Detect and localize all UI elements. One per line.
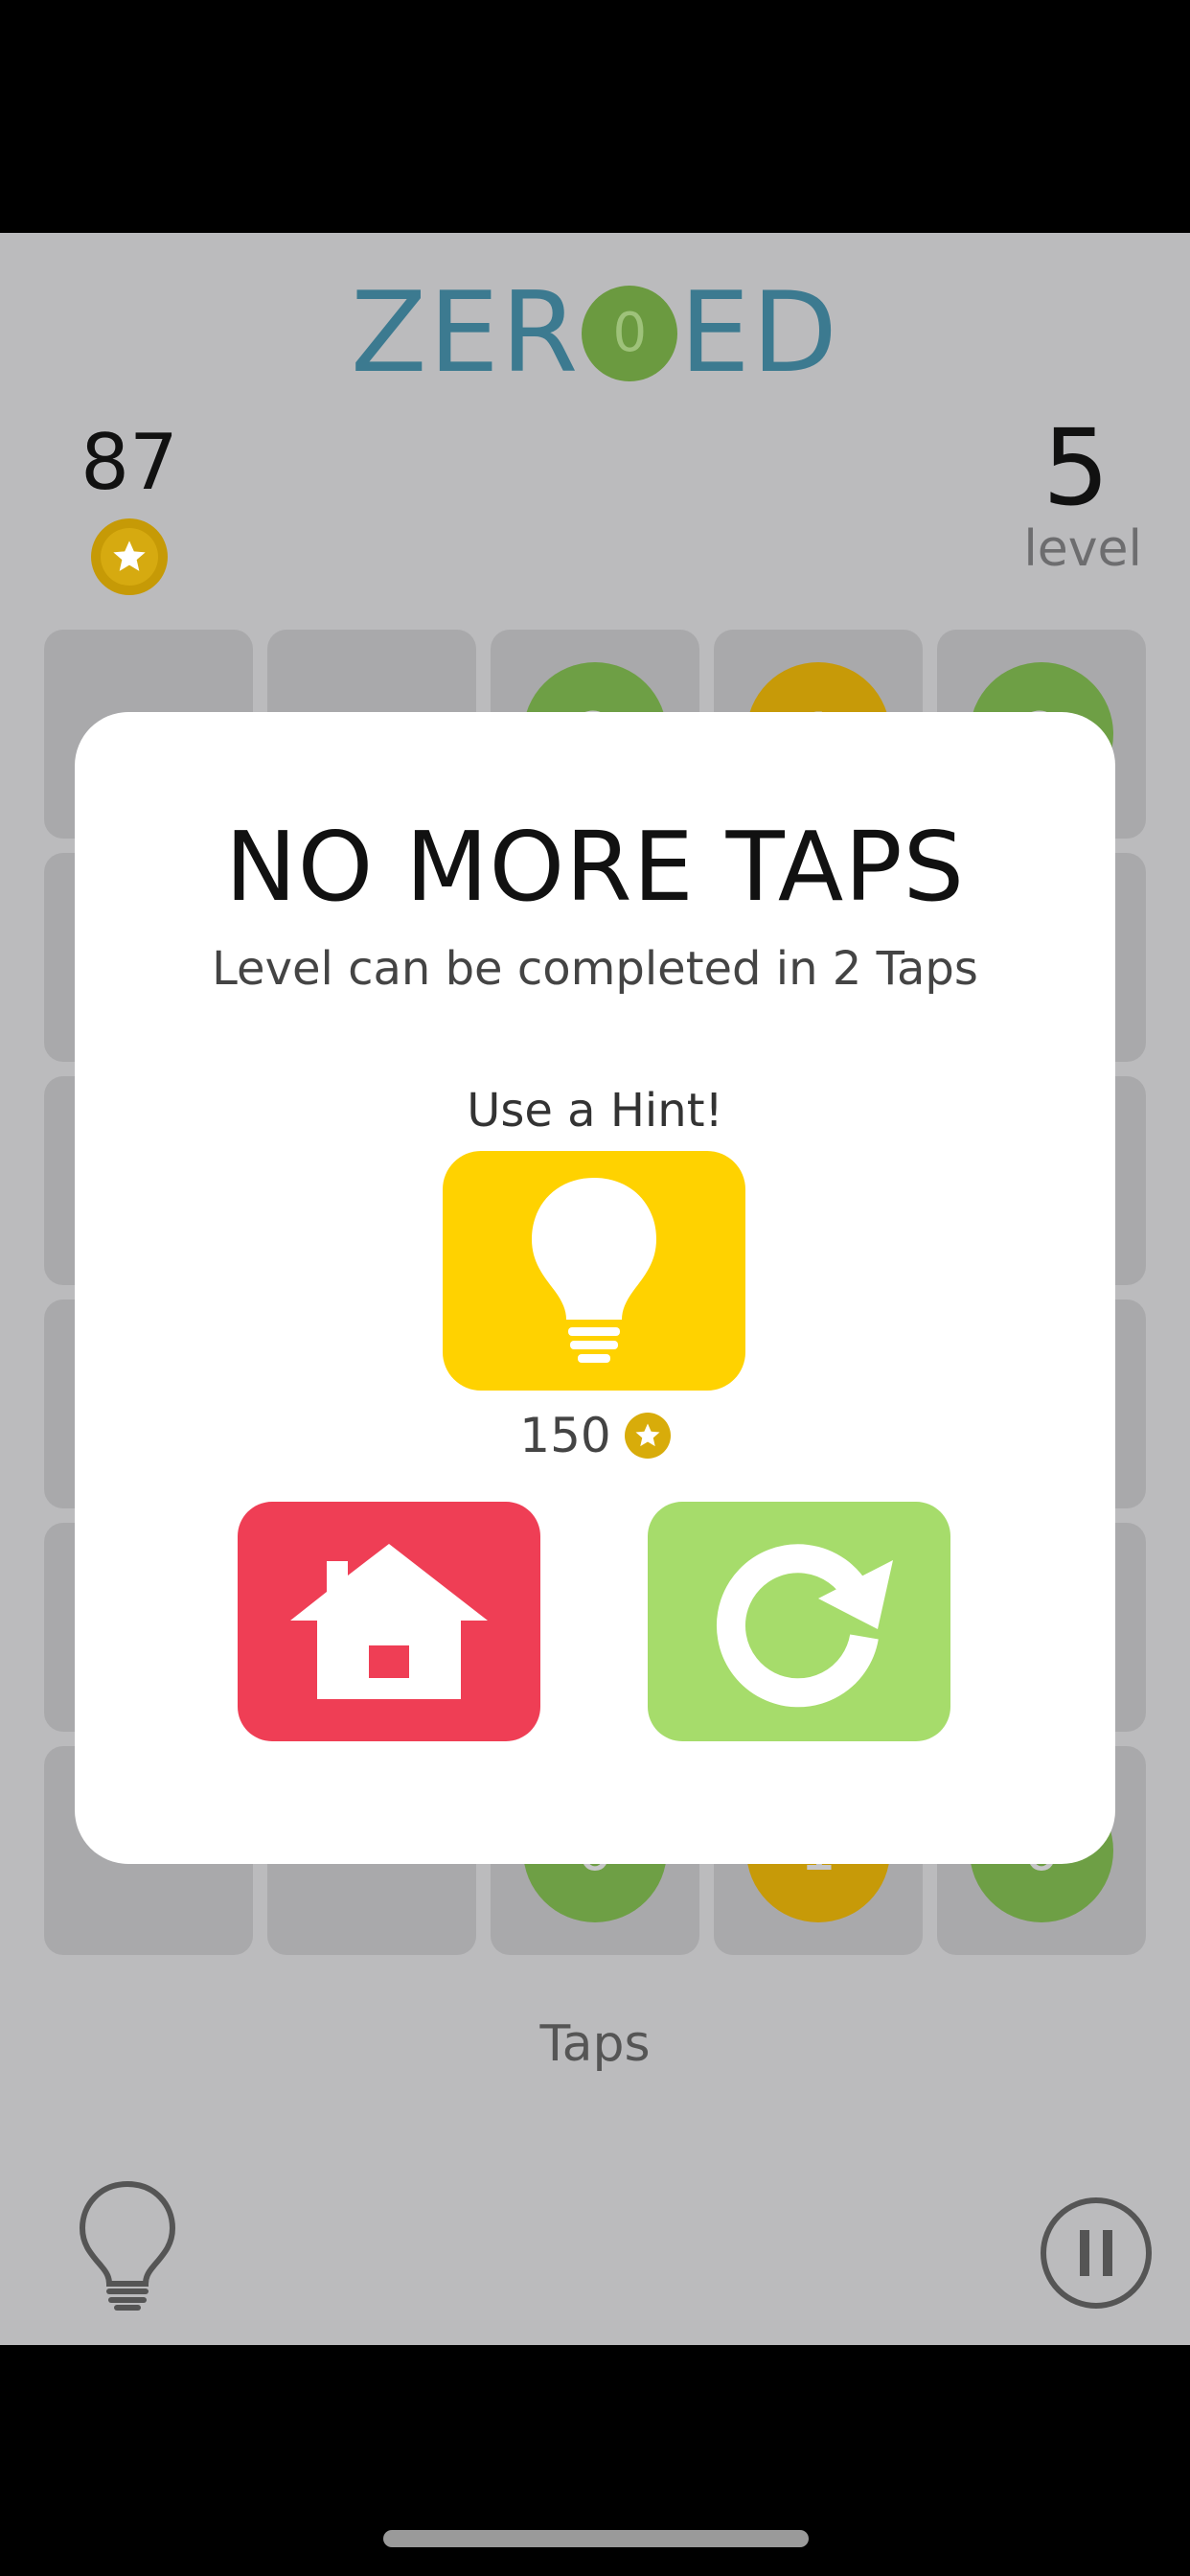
level-label: level bbox=[1023, 520, 1142, 578]
level-indicator: 5 level bbox=[960, 415, 1152, 574]
dialog-title: NO MORE TAPS bbox=[224, 811, 966, 923]
home-button[interactable] bbox=[238, 1502, 540, 1741]
logo-text-right: ED bbox=[679, 268, 839, 399]
restart-icon bbox=[717, 1544, 893, 1708]
logo-zero-circle: 0 bbox=[582, 286, 678, 382]
star-coin-icon bbox=[91, 518, 168, 595]
use-hint-button[interactable] bbox=[443, 1151, 745, 1391]
pause-icon bbox=[1080, 2230, 1089, 2276]
coin-count: 87 bbox=[80, 418, 178, 507]
hint-prompt: Use a Hint! bbox=[467, 1084, 723, 1138]
home-icon bbox=[290, 1544, 488, 1699]
star-coin-icon bbox=[624, 1413, 671, 1459]
hint-cost-value: 150 bbox=[519, 1408, 611, 1463]
hint-cost: 150 bbox=[75, 1408, 1115, 1463]
home-indicator[interactable] bbox=[383, 2530, 809, 2547]
lightbulb-icon[interactable] bbox=[75, 2178, 180, 2312]
logo-text-left: ZER bbox=[351, 268, 581, 399]
pause-button[interactable] bbox=[1041, 2197, 1152, 2309]
no-more-taps-dialog: NO MORE TAPS Level can be completed in 2… bbox=[75, 712, 1115, 1864]
coin-balance: 87 bbox=[57, 425, 201, 595]
restart-button[interactable] bbox=[648, 1502, 950, 1741]
lightbulb-icon bbox=[532, 1178, 656, 1363]
level-number: 5 bbox=[1042, 406, 1110, 529]
app-logo: ZER 0 ED bbox=[0, 271, 1190, 389]
dialog-subtitle: Level can be completed in 2 Taps bbox=[212, 942, 978, 996]
taps-label: Taps bbox=[539, 2015, 651, 2073]
